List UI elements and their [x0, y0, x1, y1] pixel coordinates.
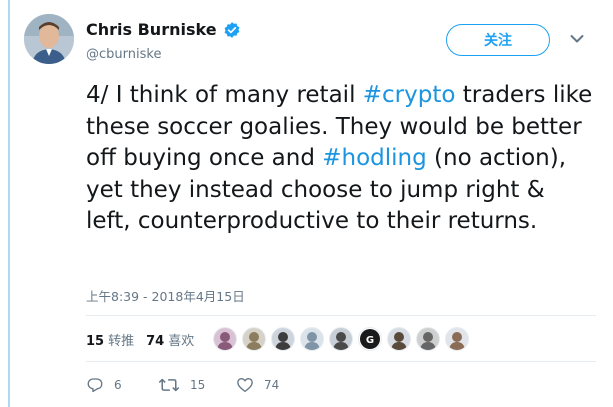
likes-label: 喜欢	[168, 334, 195, 349]
retweet-count: 15	[190, 378, 206, 392]
verified-badge-icon	[224, 21, 239, 38]
liker-avatars: G	[213, 327, 474, 351]
liker-avatar[interactable]	[300, 327, 324, 351]
like-button[interactable]: 74	[236, 376, 279, 394]
retweets-stat[interactable]: 15 转推	[86, 330, 134, 349]
svg-text:G: G	[366, 335, 374, 346]
liker-avatar[interactable]: G	[358, 327, 382, 351]
tweet-stats: 15 转推 74 喜欢	[86, 330, 206, 349]
tweet-text-segment: 4/ I think of many retail	[86, 82, 363, 108]
divider	[86, 361, 596, 362]
reply-count: 6	[114, 378, 122, 392]
liker-avatar[interactable]	[416, 327, 440, 351]
reply-icon	[87, 378, 103, 393]
likes-stat[interactable]: 74 喜欢	[146, 330, 194, 349]
tweet-actions: 6 15 74	[86, 376, 279, 394]
tweet-timestamp[interactable]: 上午8:39 - 2018年4月15日	[86, 286, 245, 305]
heart-icon	[237, 378, 253, 393]
avatar-photo-icon	[24, 14, 74, 64]
liker-avatar[interactable]	[329, 327, 353, 351]
liker-avatar[interactable]	[387, 327, 411, 351]
reply-button[interactable]: 6	[86, 376, 158, 394]
author-handle[interactable]: @cburniske	[86, 47, 161, 62]
retweets-label: 转推	[108, 334, 135, 349]
retweets-count: 15	[86, 334, 105, 349]
hashtag-link[interactable]: #hodling	[322, 145, 426, 171]
avatar[interactable]	[24, 14, 74, 64]
thread-line	[8, 0, 10, 407]
liker-avatar[interactable]	[242, 327, 266, 351]
chevron-down-icon[interactable]	[570, 34, 584, 44]
liker-avatar[interactable]	[271, 327, 295, 351]
hashtag-link[interactable]: #crypto	[363, 82, 456, 108]
retweet-button[interactable]: 15	[158, 376, 236, 394]
liker-avatar[interactable]	[213, 327, 237, 351]
like-count: 74	[264, 378, 280, 392]
follow-button[interactable]: 关注	[446, 24, 550, 56]
liker-avatar[interactable]	[445, 327, 469, 351]
likes-count: 74	[146, 334, 165, 349]
retweet-icon	[158, 378, 180, 392]
author-name[interactable]: Chris Burniske	[86, 20, 217, 39]
tweet-text: 4/ I think of many retail #crypto trader…	[86, 80, 596, 238]
divider	[86, 315, 596, 316]
